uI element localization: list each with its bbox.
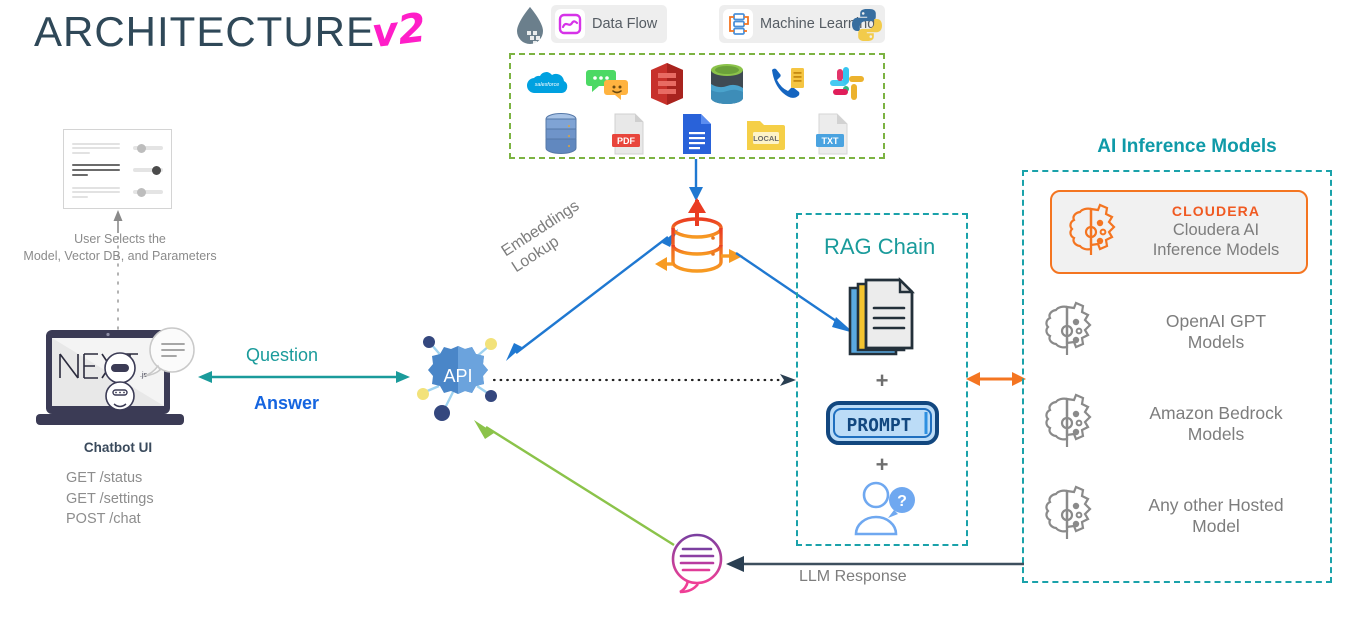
model-row-openai[interactable]: OpenAI GPT Models xyxy=(1024,286,1330,378)
dataflow-graph-icon xyxy=(555,9,585,39)
model-name-line2: Models xyxy=(1187,332,1245,352)
model-name-line1: Any other Hosted xyxy=(1148,494,1284,515)
cloudera-name-line1: Cloudera AI xyxy=(1172,221,1260,240)
svg-text:salesforce: salesforce xyxy=(535,82,560,88)
chatbot-ui-laptop[interactable]: .js xyxy=(34,327,202,434)
model-row-bedrock[interactable]: Amazon Bedrock Models xyxy=(1024,378,1330,470)
chatbot-ui-label: Chatbot UI xyxy=(83,440,153,455)
vector-database-icon[interactable] xyxy=(655,196,745,286)
settings-row[interactable] xyxy=(72,159,163,181)
settings-caption: User Selects the Model, Vector DB, and P… xyxy=(10,231,230,264)
svg-text:?: ? xyxy=(897,493,907,510)
settings-row[interactable] xyxy=(72,181,163,203)
settings-connector xyxy=(113,210,123,334)
nifi-drop-icon xyxy=(513,5,547,45)
ai-models-heading: AI Inference Models xyxy=(1097,136,1277,157)
settings-slider[interactable] xyxy=(133,165,163,175)
endpoint-item: GET /settings xyxy=(66,490,154,507)
chip-data-flow[interactable]: Data Flow xyxy=(551,5,668,43)
architecture-diagram: ARCHITECTURE v2 Data Flow Machine Learni… xyxy=(0,0,1355,628)
brain-gear-icon xyxy=(1038,391,1100,457)
txt-file-icon: TXT xyxy=(810,111,856,157)
version-annotation: v2 xyxy=(369,4,429,58)
settings-text-lines xyxy=(72,186,120,198)
settings-caption-line2: Model, Vector DB, and Parameters xyxy=(23,248,217,263)
svg-text:PROMPT: PROMPT xyxy=(846,415,911,436)
cloudera-model-card[interactable]: CLOUDERA Cloudera AI Inference Models xyxy=(1050,190,1308,274)
ai-models-box: CLOUDERA Cloudera AI Inference Models Op… xyxy=(1022,170,1332,583)
pdf-file-icon: PDF xyxy=(606,111,652,157)
chat-bubbles-icon xyxy=(584,61,630,107)
model-row-other[interactable]: Any other Hosted Model xyxy=(1024,470,1330,562)
rag-plus-1: + xyxy=(875,368,889,393)
label-answer: Answer xyxy=(254,393,320,413)
model-name-openai: OpenAI GPT Models xyxy=(1112,311,1330,354)
brain-gear-icon xyxy=(1038,299,1100,365)
chip-label-data-flow: Data Flow xyxy=(592,15,658,32)
cloudera-logo: CLOUDERA xyxy=(1171,203,1261,220)
svg-text:TXT: TXT xyxy=(822,136,840,146)
aws-service-icon xyxy=(644,61,690,107)
label-llm-response: LLM Response xyxy=(799,568,907,585)
prompt-icon: PROMPT xyxy=(825,400,940,446)
machine-learning-icon xyxy=(723,9,753,39)
model-name-line1: OpenAI GPT xyxy=(1165,310,1267,331)
endpoint-item: POST /chat xyxy=(66,511,141,528)
model-name-line2: Models xyxy=(1187,424,1245,444)
user-question-icon: ? xyxy=(852,480,920,536)
local-folder-icon: LOCAL xyxy=(742,111,788,157)
endpoint-item: GET /status xyxy=(66,470,143,486)
python-logo-icon xyxy=(849,7,885,43)
settings-text-lines xyxy=(72,163,120,177)
question-answer-arrow xyxy=(198,371,410,383)
documents-icon xyxy=(846,277,922,364)
model-name-other: Any other Hosted Model xyxy=(1112,495,1330,538)
phone-contact-icon xyxy=(764,61,810,107)
model-name-line2: Model xyxy=(1192,516,1240,536)
data-sources-box: salesforce PDF LOCAL TXT xyxy=(509,53,885,159)
settings-row[interactable] xyxy=(72,137,163,159)
brain-gear-icon xyxy=(1062,201,1124,263)
settings-slider[interactable] xyxy=(133,143,163,153)
rag-to-models-arrow xyxy=(966,372,1026,386)
database-cylinder-icon xyxy=(704,61,750,107)
svg-text:PDF: PDF xyxy=(617,136,636,146)
settings-text-lines xyxy=(72,142,120,154)
label-question: Question xyxy=(246,345,319,365)
cloudera-model-name: Cloudera AI Inference Models xyxy=(1134,221,1298,261)
salesforce-icon: salesforce xyxy=(524,61,570,107)
svg-text:LOCAL: LOCAL xyxy=(753,134,779,143)
api-endpoints-list: GET /status GET /settings POST /chat xyxy=(66,468,154,530)
model-name-line1: Amazon Bedrock xyxy=(1149,402,1283,423)
brain-gear-icon xyxy=(1038,483,1100,549)
llm-response-bubble-icon xyxy=(668,533,732,594)
page-title: ARCHITECTURE xyxy=(34,8,376,55)
settings-caption-line1: User Selects the xyxy=(74,232,166,246)
rag-plus-2: + xyxy=(875,452,889,477)
settings-slider[interactable] xyxy=(133,187,163,197)
settings-panel[interactable] xyxy=(63,129,172,209)
api-to-rag-dotted-arrow xyxy=(492,374,796,386)
rag-chain-title: RAG Chain xyxy=(824,234,936,259)
model-name-bedrock: Amazon Bedrock Models xyxy=(1112,403,1330,446)
database-stack-icon xyxy=(538,111,584,157)
slack-icon xyxy=(824,61,870,107)
google-docs-icon xyxy=(674,111,720,157)
cloudera-name-line2: Inference Models xyxy=(1152,241,1280,259)
llm-response-to-api-arrow xyxy=(474,420,675,547)
svg-text:API: API xyxy=(443,366,472,386)
